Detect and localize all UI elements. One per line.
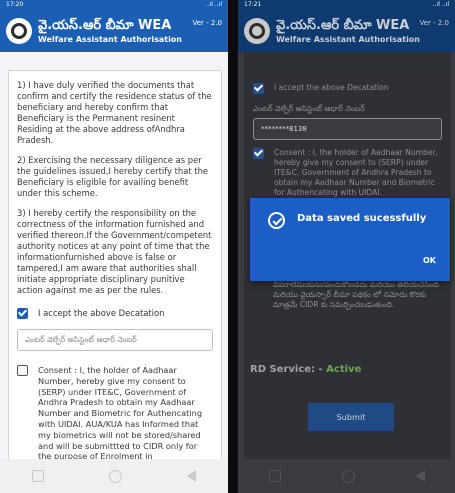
- recent-apps-icon[interactable]: [268, 470, 281, 482]
- status-time: 17:20: [6, 1, 24, 8]
- aadhaar-field-label: ఎంటర్ వెల్ఫేర్ అసిస్టెంట్ ఆధార్ నెంబర్: [253, 104, 365, 113]
- accept-declaration-row[interactable]: I accept the above Decatation: [9, 308, 221, 319]
- dialog-ok-button[interactable]: OK: [423, 256, 436, 265]
- accept-declaration-label: I accept the above Decatation: [274, 83, 389, 92]
- app-logo-icon: [6, 18, 32, 44]
- success-dialog: Data saved sucessfully OK: [250, 198, 450, 281]
- home-icon[interactable]: [341, 469, 355, 483]
- app-title: వై.యస్.ఆర్ బీమా WEA: [276, 18, 410, 33]
- consent-checkbox[interactable]: [253, 148, 264, 159]
- rd-service-status: RD Service: - Active: [250, 364, 361, 375]
- app-header: వై.యస్.ఆర్ బీమా WEA Welfare Assistant Au…: [0, 10, 228, 52]
- aadhaar-number-input[interactable]: ఎంటర్ వెల్ఫేర్ అసిస్టెంట్ ఆధార్ నెంబర్: [17, 329, 213, 351]
- rd-service-active: Active: [326, 364, 362, 375]
- aadhaar-number-input[interactable]: ********8138: [253, 118, 442, 140]
- declaration-paragraph-2: 2) Exercising the necessary diligence as…: [17, 155, 209, 198]
- left-screen: 17:20 ..ıl ..ıl వై.యస్.ఆర్ బీమా WEA Welf…: [0, 0, 228, 493]
- submit-button[interactable]: Submit: [308, 403, 394, 431]
- right-screen: 17:21 ..ıl ..ıl వై.యస్.ఆర్ బీమా WEA Welf…: [238, 0, 455, 493]
- app-header: వై.యస్.ఆర్ బీమా WEA Welfare Assistant Au…: [238, 10, 455, 52]
- version-label: Ver - 2.0: [419, 19, 449, 27]
- app-subtitle: Welfare Assistant Authorisation: [276, 35, 420, 44]
- accept-declaration-label: I accept the above Decatation: [38, 308, 165, 318]
- home-icon[interactable]: [108, 469, 122, 483]
- version-label: Ver - 2.0: [192, 19, 222, 27]
- consent-checkbox[interactable]: [17, 365, 28, 376]
- status-bar: 17:21 ..ıl ..ıl: [238, 0, 455, 10]
- app-logo-icon: [244, 18, 270, 44]
- consent-text: Consent : I, the holder of Aadhaar Numbe…: [274, 148, 439, 197]
- rd-service-label: RD Service: -: [250, 364, 323, 375]
- android-nav-bar: [238, 459, 455, 493]
- app-title: వై.యస్.ఆర్ బీమా WEA: [38, 18, 172, 33]
- declaration-paragraph-1: 1) I have duly verified the documents th…: [17, 80, 212, 145]
- status-bar: 17:20 ..ıl ..ıl: [0, 0, 228, 10]
- back-icon[interactable]: [415, 470, 425, 482]
- consent-row[interactable]: Consent : I, the holder of Aadhaar Numbe…: [245, 148, 450, 198]
- declaration-card[interactable]: 1) I have duly verified the documents th…: [8, 70, 222, 462]
- accept-declaration-row[interactable]: I accept the above Decatation: [245, 83, 450, 94]
- dialog-message: Data saved sucessfully: [297, 213, 427, 224]
- declaration-paragraph-3: 3) I hereby certify the responsibility o…: [17, 208, 212, 295]
- recent-apps-icon[interactable]: [32, 470, 45, 482]
- signal-icon: ..ıl ..ıl: [205, 1, 222, 8]
- accept-declaration-checkbox[interactable]: [17, 308, 28, 319]
- signal-icon: ..ıl ..ıl: [432, 1, 449, 8]
- status-time: 17:21: [244, 1, 262, 8]
- consent-text: Consent : I, the holder of Aadhaar Numbe…: [38, 365, 203, 462]
- consent-row[interactable]: Consent : I, the holder of Aadhaar Numbe…: [9, 365, 221, 462]
- accept-declaration-checkbox[interactable]: [253, 83, 264, 94]
- app-subtitle: Welfare Assistant Authorisation: [38, 35, 182, 44]
- check-circle-icon: [268, 212, 285, 229]
- back-icon[interactable]: [186, 470, 196, 482]
- android-nav-bar: [0, 459, 228, 493]
